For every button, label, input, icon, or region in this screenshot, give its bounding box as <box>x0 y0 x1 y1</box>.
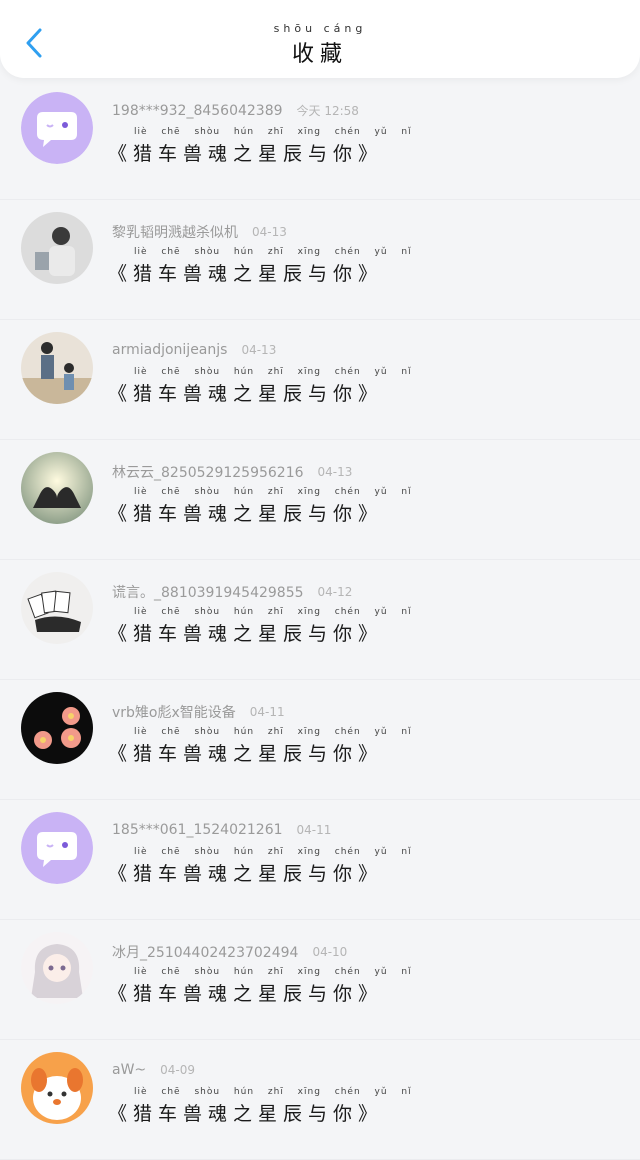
list-item[interactable]: 198***932_8456042389 今天 12:58 liè chē shò… <box>0 80 640 200</box>
message-text: 《猎车兽魂之星辰与你》 <box>108 263 384 285</box>
message-text: 《猎车兽魂之星辰与你》 <box>108 1103 384 1125</box>
cartoon-dog-avatar[interactable] <box>21 1052 93 1124</box>
timestamp: 04-10 <box>312 945 348 959</box>
timestamp: 今天 12:58 <box>296 104 359 118</box>
list-item[interactable]: 黎乳韬明溅越杀似机 04-13 liè chē shòu hún zhī xīng… <box>0 200 640 320</box>
app-logo-avatar[interactable] <box>21 812 93 884</box>
top-bar: shōu cáng 收藏 <box>0 0 640 78</box>
sender-name: armiadjonijeanjs <box>112 342 228 358</box>
timestamp: 04-11 <box>296 823 332 837</box>
list-item[interactable]: 冰月_25104402423702494 04-10 liè chē shòu h… <box>0 920 640 1040</box>
family-photo-avatar[interactable] <box>21 332 93 404</box>
flowers-avatar[interactable] <box>21 692 93 764</box>
page-title-pinyin: shōu cáng <box>273 22 367 35</box>
message-text: 《猎车兽魂之星辰与你》 <box>108 143 384 165</box>
sender-name: 黎乳韬明溅越杀似机 <box>112 225 238 241</box>
message-text: 《猎车兽魂之星辰与你》 <box>108 743 384 765</box>
message-pinyin: liè chē shòu hún zhī xīng chén yǔ nǐ <box>134 847 412 857</box>
message-pinyin: liè chē shòu hún zhī xīng chén yǔ nǐ <box>134 367 412 377</box>
message-text: 《猎车兽魂之星辰与你》 <box>108 623 384 645</box>
list-item[interactable]: aW~ 04-09 liè chē shòu hún zhī xīng chén … <box>0 1040 640 1160</box>
message-pinyin: liè chē shòu hún zhī xīng chén yǔ nǐ <box>134 487 412 497</box>
sender-name: aW~ <box>112 1062 147 1078</box>
list-item[interactable]: 谎言。_8810391945429855 04-12 liè chē shòu h… <box>0 560 640 680</box>
cards-avatar[interactable] <box>21 572 93 644</box>
timestamp: 04-13 <box>252 225 287 239</box>
message-pinyin: liè chē shòu hún zhī xīng chén yǔ nǐ <box>134 967 412 977</box>
message-text: 《猎车兽魂之星辰与你》 <box>108 863 384 885</box>
sender-name: 谎言。_8810391945429855 <box>112 585 304 601</box>
man-photo-avatar[interactable] <box>21 212 93 284</box>
page-title: shōu cáng 收藏 <box>0 22 640 68</box>
hands-heart-avatar[interactable] <box>21 452 93 524</box>
message-pinyin: liè chē shòu hún zhī xīng chén yǔ nǐ <box>134 607 412 617</box>
message-text: 《猎车兽魂之星辰与你》 <box>108 503 384 525</box>
sender-name: 185***061_1524021261 <box>112 822 283 838</box>
message-text: 《猎车兽魂之星辰与你》 <box>108 383 384 405</box>
timestamp: 04-09 <box>160 1063 196 1077</box>
timestamp: 04-13 <box>241 343 277 357</box>
list-item[interactable]: 185***061_1524021261 04-11 liè chē shòu h… <box>0 800 640 920</box>
sender-name: 林云云_8250529125956216 <box>112 465 304 481</box>
list-item[interactable]: armiadjonijeanjs 04-13 liè chē shòu hún z… <box>0 320 640 440</box>
sender-name: vrb雉o彪x智能设备 <box>112 705 236 721</box>
sender-name: 198***932_8456042389 <box>112 102 283 119</box>
message-pinyin: liè chē shòu hún zhī xīng chén yǔ nǐ <box>134 1087 412 1097</box>
list-item[interactable]: vrb雉o彪x智能设备 04-11 liè chē shòu hún zhī xī… <box>0 680 640 800</box>
message-pinyin: liè chē shòu hún zhī xīng chén yǔ nǐ <box>134 247 412 257</box>
sender-name: 冰月_25104402423702494 <box>112 945 299 961</box>
page-title-text: 收藏 <box>291 42 348 67</box>
app-logo-avatar[interactable] <box>21 92 93 164</box>
timestamp: 04-11 <box>249 705 285 719</box>
message-pinyin: liè chē shòu hún zhī xīng chén yǔ nǐ <box>134 127 412 137</box>
timestamp: 04-12 <box>317 585 353 599</box>
anime-girl-avatar[interactable] <box>21 932 93 1004</box>
list-item[interactable]: 林云云_8250529125956216 04-13 liè chē shòu h… <box>0 440 640 560</box>
message-pinyin: liè chē shòu hún zhī xīng chén yǔ nǐ <box>134 727 412 737</box>
timestamp: 04-13 <box>317 465 353 479</box>
favorites-list: 198***932_8456042389 今天 12:58 liè chē shò… <box>0 80 640 1160</box>
message-text: 《猎车兽魂之星辰与你》 <box>108 983 384 1005</box>
